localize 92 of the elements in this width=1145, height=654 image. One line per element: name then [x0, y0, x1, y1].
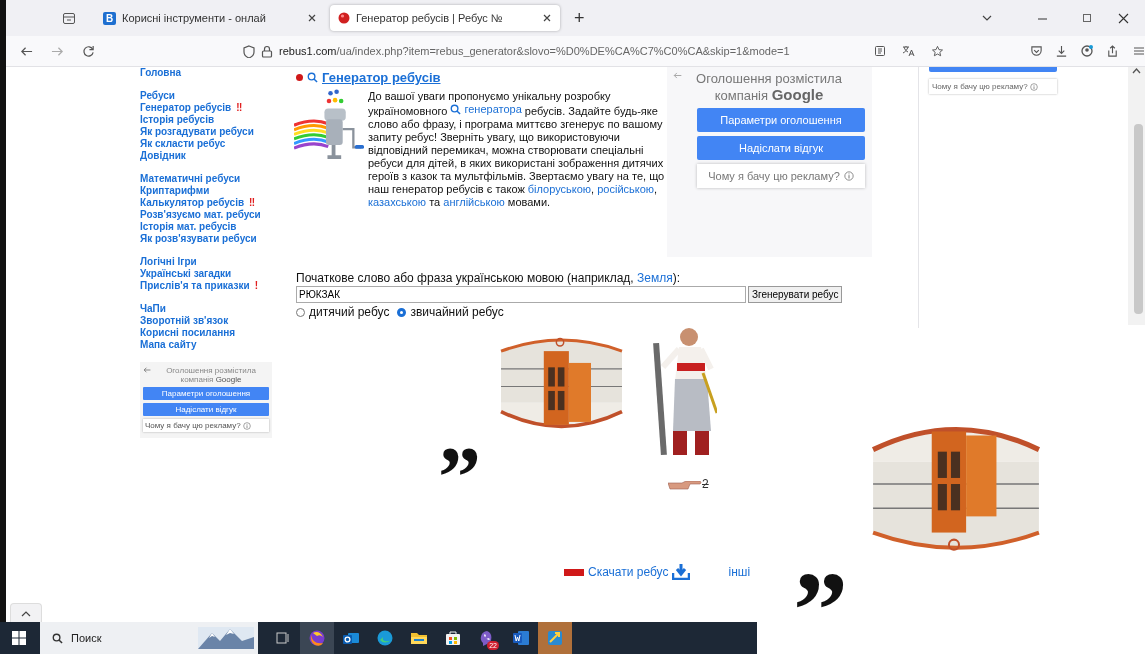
download-icon[interactable]: [672, 564, 691, 580]
nav-link[interactable]: Як скласти ребус: [140, 138, 226, 150]
nav-link[interactable]: Зворотній зв'язок: [140, 315, 229, 327]
new-label-icon: [564, 568, 584, 576]
radio-button[interactable]: [397, 307, 407, 317]
globe-icon[interactable]: [376, 629, 394, 647]
pocket-icon[interactable]: [1030, 44, 1043, 58]
document-icon[interactable]: [512, 629, 530, 647]
extension-icon[interactable]: [1080, 44, 1094, 58]
radio-label: звичайний ребус: [410, 305, 504, 319]
nav-link[interactable]: Історія ребусів: [140, 114, 215, 126]
new-mark: !: [254, 280, 258, 292]
nav-link[interactable]: Головна: [140, 67, 182, 79]
nav-link[interactable]: Ребуси: [140, 90, 175, 102]
pointing-hand-icon: [668, 481, 702, 491]
bullet-icon: [296, 74, 303, 81]
text-link[interactable]: казахською: [368, 196, 427, 209]
ad-button[interactable]: Надіслати відгук: [697, 136, 865, 160]
task-view-icon[interactable]: [274, 629, 292, 647]
windows-logo-icon[interactable]: [12, 631, 26, 645]
download-icon[interactable]: [1055, 44, 1068, 58]
ad-why-button[interactable]: Чому я бачу цю рекламу?: [697, 164, 865, 188]
close-icon[interactable]: [1118, 12, 1129, 24]
landscape-icon: [198, 627, 254, 649]
url-text: rebus1.com/ua/index.php?item=rebus_generator&slovo=%D0%DE%CA%C7%C0%CA&skip=1&mode=1: [279, 45, 791, 57]
close-icon[interactable]: [542, 13, 552, 23]
nav-link[interactable]: Прислів'я та приказки: [140, 280, 250, 292]
browser-tab[interactable]: B Корисні інструменти - онлай: [95, 5, 325, 31]
close-icon[interactable]: [307, 13, 317, 23]
search-field[interactable]: Поиск: [40, 622, 258, 654]
download-link[interactable]: Скачати ребус: [588, 565, 669, 579]
new-mark: ‼: [249, 197, 256, 209]
browser-tab[interactable]: Генератор ребусів | Ребус №: [330, 5, 560, 31]
nav-link[interactable]: Корисні посилання: [140, 327, 236, 339]
nav-link[interactable]: Як розв'язувати ребуси: [140, 233, 257, 245]
radio-button[interactable]: [296, 307, 305, 317]
nav-link[interactable]: Калькулятор ребусів: [140, 197, 245, 209]
ad-why-button[interactable]: Чому я бачу цю рекламу?: [143, 419, 269, 432]
tab-list-icon[interactable]: [62, 11, 76, 25]
field-label: Початкове слово або фраза українською мовою (наприклад, Земля):: [296, 271, 681, 285]
ball-favicon-icon: [338, 12, 350, 24]
nav-link[interactable]: Криптарифми: [140, 185, 210, 197]
maximize-icon[interactable]: [1082, 13, 1092, 23]
app-icon[interactable]: [546, 629, 564, 647]
nav-link[interactable]: Українські загадки: [140, 268, 232, 280]
nav-link[interactable]: ЧаПи: [140, 303, 166, 315]
nav-link[interactable]: Мапа сайту: [140, 339, 197, 351]
site-favicon-icon: B: [103, 11, 116, 25]
search-icon: [307, 72, 318, 83]
caret-up-icon: [21, 609, 31, 617]
nav-link[interactable]: Довідник: [140, 150, 186, 162]
generate-button[interactable]: Згенерувати ребус: [748, 286, 843, 303]
text-link[interactable]: генератора: [450, 103, 522, 116]
tab-title: Корисні інструменти - онлай: [122, 12, 267, 24]
star-icon[interactable]: [931, 44, 944, 58]
reload-icon[interactable]: [82, 44, 95, 58]
intro-paragraph: До вашої уваги пропонуємо унікальну розробку україномовного генератора ребусів. Задайте будь-яке слово або фразу, і програма миттєво згенерує по вашому запиту ребус! Зверніть увагу, що використовуючи відповідний перемикач, можна створювати спеціальні ребуси для дітей, в яких використані зображення дитячих героїв з казок та мультфільмів. Звертаємо увагу на те, що наш генератор ребусів є також білоруською, російською, казахською та англійською мовами.: [368, 90, 665, 209]
nav-link[interactable]: Математичні ребуси: [140, 173, 241, 185]
ad-button[interactable]: Параметри оголошення: [697, 108, 865, 132]
ad-notice-text: Оголошення розмістила компанія Google: [165, 366, 257, 384]
text-link[interactable]: англійською: [443, 196, 505, 209]
store-bag-icon[interactable]: [444, 629, 462, 647]
nav-link[interactable]: Як розгадувати ребуси: [140, 126, 254, 138]
scroll-up-icon[interactable]: [1132, 67, 1141, 74]
back-arrow-icon[interactable]: [143, 366, 151, 374]
tab-title: Генератор ребусів | Ребус №: [356, 12, 504, 24]
new-tab-button[interactable]: +: [574, 7, 585, 29]
lock-icon: [261, 44, 273, 58]
radio-label: дитячий ребус: [309, 305, 390, 319]
browser-icon[interactable]: [308, 629, 326, 647]
scrollbar-thumb[interactable]: [1134, 124, 1143, 314]
nav-link[interactable]: Історія мат. ребусів: [140, 221, 237, 233]
heading-link[interactable]: Генератор ребусів: [322, 70, 441, 85]
shield-icon: [243, 44, 255, 58]
reader-view-icon[interactable]: [874, 45, 886, 57]
ad-notice-text: Оголошення розмістила компанія Google: [695, 71, 843, 104]
nav-link[interactable]: Логічні Ігри: [140, 256, 197, 268]
share-icon[interactable]: [1106, 44, 1119, 58]
letter-hint: 2: [702, 477, 709, 491]
ad-button[interactable]: Надіслати відгук: [143, 403, 269, 416]
nav-link[interactable]: Генератор ребусів: [140, 102, 232, 114]
ad-button[interactable]: Параметри оголошення: [143, 387, 269, 400]
quotation-mark: ”: [793, 556, 848, 634]
text-link[interactable]: інші: [728, 565, 751, 579]
ad-why-button[interactable]: Чому я бачу цю рекламу?: [929, 79, 1057, 94]
quotation-mark: ”: [438, 437, 481, 497]
new-mark: ‼: [236, 102, 243, 114]
translate-icon[interactable]: [902, 45, 915, 57]
text-link[interactable]: Земля: [637, 271, 673, 285]
word-input-field[interactable]: РЮКЗАК: [296, 286, 746, 303]
search-icon: [52, 632, 63, 644]
nav-link[interactable]: Розв'язуємо мат. ребуси: [140, 209, 261, 221]
